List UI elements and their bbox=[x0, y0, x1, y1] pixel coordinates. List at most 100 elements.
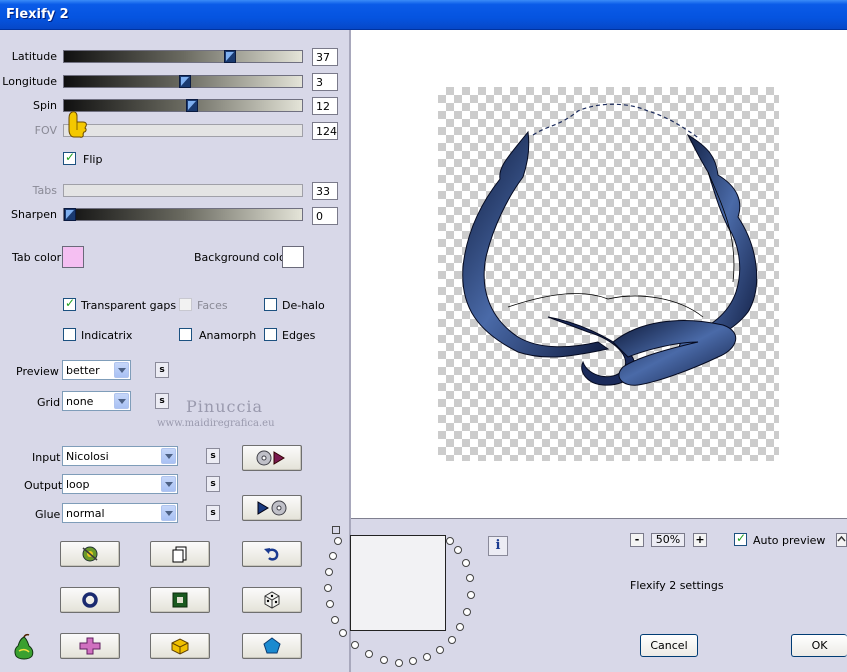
orbit-dot[interactable] bbox=[446, 537, 454, 545]
cancel-button[interactable]: Cancel bbox=[640, 634, 698, 657]
sharpen-slider[interactable] bbox=[63, 208, 303, 221]
save-output-button[interactable] bbox=[242, 495, 302, 521]
flip-checkbox[interactable] bbox=[63, 150, 76, 165]
orbit-dot[interactable] bbox=[463, 608, 471, 616]
cube-button[interactable] bbox=[150, 633, 210, 659]
longitude-slider[interactable] bbox=[63, 75, 303, 88]
plus-shape-icon bbox=[79, 637, 101, 655]
indicatrix-checkbox[interactable] bbox=[63, 328, 76, 341]
window-title: Flexify 2 bbox=[6, 7, 69, 22]
orbit-start-handle[interactable] bbox=[332, 526, 340, 534]
undo-button[interactable] bbox=[242, 541, 302, 567]
spin-slider[interactable] bbox=[63, 99, 303, 112]
sharpen-value[interactable]: 0 bbox=[312, 207, 338, 225]
input-select-value: Nicolosi bbox=[66, 450, 109, 463]
orbit-dot[interactable] bbox=[365, 650, 373, 658]
longitude-slider-thumb[interactable] bbox=[179, 75, 191, 88]
flexified-frame-image bbox=[462, 103, 758, 386]
glue-select-value: normal bbox=[66, 507, 105, 520]
input-s-button[interactable]: s bbox=[206, 448, 220, 464]
orbit-dot[interactable] bbox=[380, 656, 388, 664]
longitude-value[interactable]: 3 bbox=[312, 73, 338, 91]
orbit-dot[interactable] bbox=[409, 657, 417, 665]
output-select[interactable]: loop bbox=[62, 474, 178, 494]
preview-select[interactable]: better bbox=[62, 360, 131, 380]
faces-label: Faces bbox=[197, 299, 228, 312]
dice-icon bbox=[264, 591, 280, 609]
orbit-dot[interactable] bbox=[395, 659, 403, 667]
de-halo-checkbox[interactable] bbox=[264, 298, 277, 311]
pointing-hand-icon bbox=[68, 111, 87, 138]
watermark-name: Pinuccia bbox=[186, 397, 264, 416]
ok-button[interactable]: OK bbox=[791, 634, 847, 657]
chevron-down-icon bbox=[161, 448, 176, 464]
zoom-in-button[interactable]: + bbox=[693, 533, 707, 547]
background-color-swatch[interactable] bbox=[282, 246, 304, 268]
tab-color-swatch[interactable] bbox=[62, 246, 84, 268]
square-frame-icon bbox=[172, 592, 188, 608]
chevron-down-icon bbox=[114, 393, 129, 409]
input-label: Input bbox=[32, 451, 61, 464]
orbit-dot[interactable] bbox=[456, 623, 464, 631]
fov-slider[interactable] bbox=[63, 124, 303, 137]
orbit-dot[interactable] bbox=[324, 584, 332, 592]
latitude-value[interactable]: 37 bbox=[312, 48, 338, 66]
glue-select[interactable]: normal bbox=[62, 503, 178, 523]
orbit-dot[interactable] bbox=[462, 559, 470, 567]
preview-select-value: better bbox=[66, 364, 100, 377]
preview-s-button[interactable]: s bbox=[155, 362, 169, 378]
orbit-dot[interactable] bbox=[423, 653, 431, 661]
output-s-button[interactable]: s bbox=[206, 476, 220, 492]
dice-button[interactable] bbox=[242, 587, 302, 613]
grid-label: Grid bbox=[37, 396, 61, 409]
spin-value[interactable]: 12 bbox=[312, 97, 338, 115]
ring-button[interactable] bbox=[60, 587, 120, 613]
orbit-dot[interactable] bbox=[454, 546, 462, 554]
orbit-dot[interactable] bbox=[329, 552, 337, 560]
randomize-button[interactable] bbox=[60, 541, 120, 567]
orbit-dot[interactable] bbox=[325, 568, 333, 576]
edges-checkbox[interactable] bbox=[264, 328, 277, 341]
orbit-dot[interactable] bbox=[351, 641, 359, 649]
orbit-dot[interactable] bbox=[466, 574, 474, 582]
frame-button[interactable] bbox=[150, 587, 210, 613]
orbit-thumbnail[interactable] bbox=[350, 535, 446, 631]
glue-s-button[interactable]: s bbox=[206, 505, 220, 521]
pentagon-button[interactable] bbox=[242, 633, 302, 659]
orbit-dot[interactable] bbox=[326, 600, 334, 608]
transparent-gaps-checkbox[interactable] bbox=[63, 296, 76, 311]
fov-value[interactable]: 124 bbox=[312, 122, 338, 140]
preview-canvas[interactable] bbox=[351, 30, 847, 519]
grid-select[interactable]: none bbox=[62, 391, 131, 411]
disc-to-arrow-icon bbox=[256, 450, 285, 466]
orbit-dot[interactable] bbox=[339, 629, 347, 637]
tab-color-label: Tab color bbox=[12, 251, 62, 264]
cube-icon bbox=[171, 638, 189, 655]
zoom-out-button[interactable]: - bbox=[630, 533, 644, 547]
orbit-dot[interactable] bbox=[448, 636, 456, 644]
sharpen-slider-thumb[interactable] bbox=[64, 208, 76, 221]
latitude-slider-thumb[interactable] bbox=[224, 50, 236, 63]
anamorph-label: Anamorph bbox=[199, 329, 257, 342]
tabs-slider[interactable] bbox=[63, 184, 303, 197]
indicatrix-label: Indicatrix bbox=[81, 329, 133, 342]
cross-button[interactable] bbox=[60, 633, 120, 659]
input-select[interactable]: Nicolosi bbox=[62, 446, 178, 466]
spin-slider-thumb[interactable] bbox=[186, 99, 198, 112]
arrow-to-disc-icon bbox=[257, 500, 287, 516]
orbit-dot[interactable] bbox=[436, 646, 444, 654]
grid-s-button[interactable]: s bbox=[155, 393, 169, 409]
info-button[interactable]: i bbox=[488, 536, 508, 556]
title-bar: Flexify 2 bbox=[0, 0, 847, 30]
faces-checkbox[interactable] bbox=[179, 298, 192, 311]
collapse-button[interactable] bbox=[836, 533, 847, 547]
copy-button[interactable] bbox=[150, 541, 210, 567]
latitude-slider[interactable] bbox=[63, 50, 303, 63]
orbit-dot[interactable] bbox=[467, 591, 475, 599]
load-input-button[interactable] bbox=[242, 445, 302, 471]
auto-preview-checkbox[interactable] bbox=[734, 531, 747, 546]
orbit-dot[interactable] bbox=[331, 616, 339, 624]
tabs-value[interactable]: 33 bbox=[312, 182, 338, 200]
orbit-dot[interactable] bbox=[334, 537, 342, 545]
anamorph-checkbox[interactable] bbox=[179, 328, 192, 341]
